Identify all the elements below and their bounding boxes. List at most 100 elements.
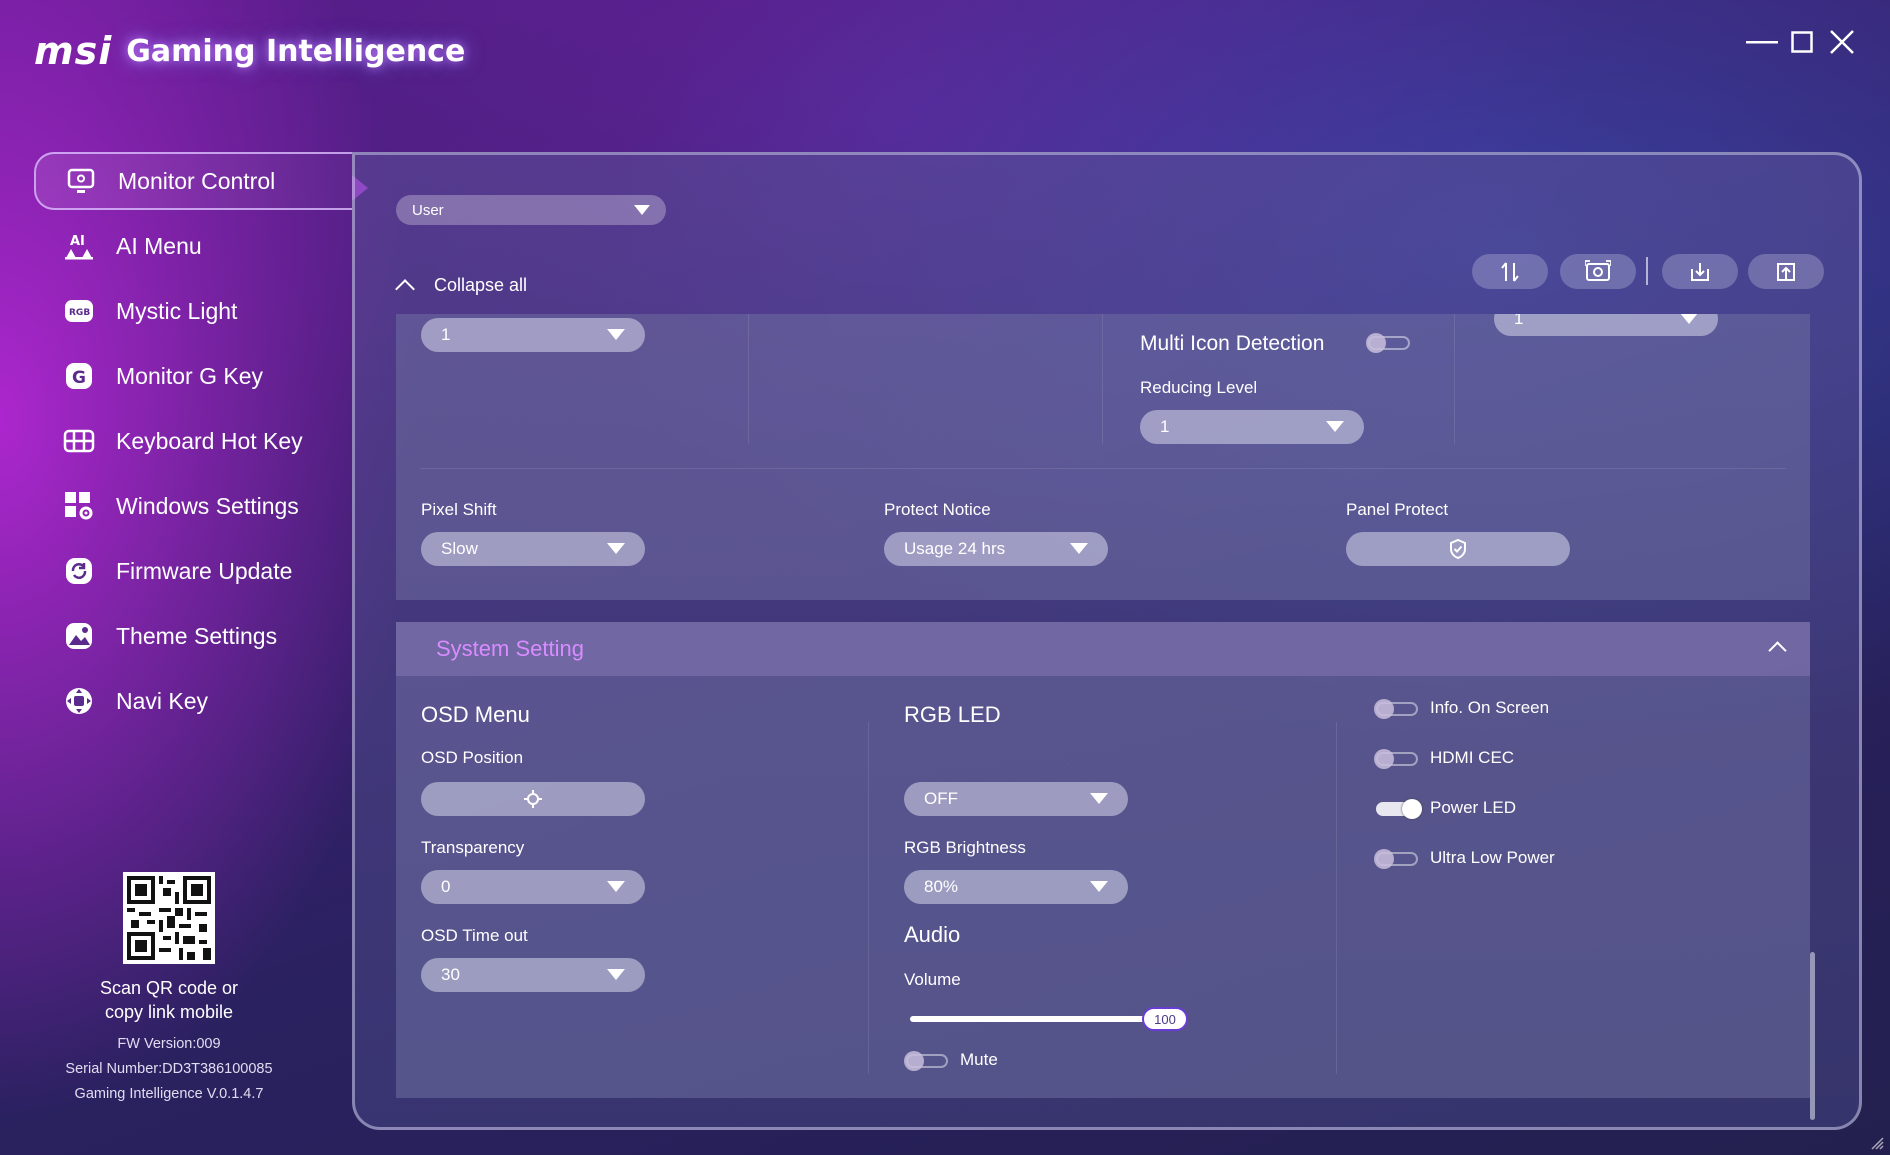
pixel-shift-dropdown[interactable]: Slow [421, 532, 645, 566]
system-setting-section: System Setting OSD Menu OSD Position Tra… [396, 622, 1810, 1098]
maximize-button[interactable] [1782, 24, 1822, 60]
sidebar-item-label: Theme Settings [116, 622, 278, 649]
rgb-led-heading: RGB LED [904, 702, 1001, 727]
chevron-down-icon [634, 205, 650, 215]
pixel-shift-label: Pixel Shift [421, 500, 497, 519]
sidebar-item-label: AI Menu [116, 232, 202, 259]
sidebar-item-theme-settings[interactable]: Theme Settings [34, 607, 352, 665]
multi-icon-detection-toggle[interactable] [1366, 333, 1410, 353]
import-button[interactable] [1662, 254, 1738, 289]
g-key-icon: G [62, 359, 96, 393]
chevron-down-icon [1090, 881, 1108, 892]
volume-slider-handle[interactable]: 100 [1142, 1007, 1188, 1031]
column-divider [1454, 314, 1455, 444]
top-dropdown-1[interactable]: 1 [421, 318, 645, 352]
sidebar-item-windows-settings[interactable]: Windows Settings [34, 477, 352, 535]
mute-label: Mute [960, 1050, 998, 1069]
system-setting-header[interactable]: System Setting [396, 622, 1810, 676]
sidebar-item-label: Navi Key [116, 687, 209, 714]
reducing-level-dropdown[interactable]: 1 [1140, 410, 1364, 444]
sidebar-item-keyboard-hot-key[interactable]: Keyboard Hot Key [34, 412, 352, 470]
qr-block: Scan QR code or copy link mobile [60, 872, 278, 1024]
profile-select[interactable]: User [396, 195, 666, 225]
sidebar-item-monitor-control[interactable]: Monitor Control [34, 152, 352, 210]
chevron-down-icon [1326, 421, 1344, 432]
qr-caption-2: copy link mobile [104, 1002, 234, 1022]
dropdown-value: 1 [441, 325, 451, 344]
serial-number: Serial Number:DD3T386100085 [65, 1061, 273, 1077]
chevron-down-icon [607, 329, 625, 340]
dropdown-value: 80% [924, 877, 959, 896]
ultra-low-power-toggle[interactable] [1374, 849, 1418, 869]
qr-code[interactable] [123, 872, 215, 964]
toggle-knob [1374, 849, 1394, 869]
dropdown-value: OFF [924, 789, 958, 808]
resize-grip-icon[interactable] [1870, 1136, 1884, 1150]
row-divider [420, 468, 1786, 469]
collapse-all-button[interactable]: Collapse all [395, 270, 528, 300]
panel-protect-button[interactable] [1346, 532, 1570, 566]
app-title-bar: msi Gaming Intelligence [34, 26, 465, 76]
rgb-icon: RGB [62, 294, 96, 328]
close-button[interactable] [1822, 24, 1862, 60]
main-scrollbar[interactable] [1810, 952, 1815, 1120]
sidebar-item-ai-menu[interactable]: AI AI Menu [34, 217, 352, 275]
osd-timeout-dropdown[interactable]: 30 [421, 958, 645, 992]
toggle-knob [1402, 799, 1422, 819]
sidebar: Monitor Control AI AI Menu RGB Mystic Li… [34, 152, 352, 737]
hdmi-cec-toggle[interactable] [1374, 749, 1418, 769]
sort-icon [1501, 261, 1519, 282]
screenshot-icon [1585, 259, 1611, 281]
dropdown-value: 30 [441, 965, 460, 984]
mute-toggle[interactable] [904, 1051, 948, 1071]
qr-code-icon [127, 876, 211, 960]
crosshair-icon [524, 790, 542, 808]
audio-heading: Audio [904, 922, 961, 947]
panel-protect-label: Panel Protect [1346, 500, 1449, 519]
sidebar-item-mystic-light[interactable]: RGB Mystic Light [34, 282, 352, 340]
top-dropdown-right[interactable]: 1 [1494, 314, 1718, 336]
chevron-up-icon[interactable] [1768, 641, 1787, 660]
minimize-icon [1746, 41, 1778, 44]
sidebar-item-label: Keyboard Hot Key [116, 427, 303, 454]
monitor-icon [64, 164, 98, 198]
sidebar-item-label: Monitor G Key [116, 362, 263, 389]
sidebar-item-label: Windows Settings [116, 492, 299, 519]
screenshot-button[interactable] [1560, 254, 1636, 289]
collapse-all-label: Collapse all [434, 274, 528, 295]
theme-icon [62, 619, 96, 653]
protect-notice-dropdown[interactable]: Usage 24 hrs [884, 532, 1108, 566]
rgb-led-dropdown[interactable]: OFF [904, 782, 1128, 816]
volume-label: Volume [904, 970, 961, 989]
navi-key-icon [62, 684, 96, 718]
transparency-label: Transparency [421, 838, 525, 857]
transparency-dropdown[interactable]: 0 [421, 870, 645, 904]
sidebar-item-monitor-g-key[interactable]: G Monitor G Key [34, 347, 352, 405]
osd-position-label: OSD Position [421, 748, 524, 767]
minimize-button[interactable] [1742, 24, 1782, 60]
export-button[interactable] [1748, 254, 1824, 289]
power-led-toggle[interactable] [1376, 799, 1422, 819]
sidebar-item-label: Monitor Control [118, 167, 276, 194]
rgb-brightness-dropdown[interactable]: 80% [904, 870, 1128, 904]
app-version: Gaming Intelligence V.0.1.4.7 [74, 1086, 264, 1102]
dropdown-value: 1 [1160, 417, 1170, 436]
chevron-up-icon [395, 279, 415, 299]
chevron-down-icon [607, 969, 625, 980]
protect-notice-label: Protect Notice [884, 500, 991, 519]
volume-slider-track[interactable] [910, 1016, 1146, 1022]
sidebar-item-firmware-update[interactable]: Firmware Update [34, 542, 352, 600]
reducing-level-label: Reducing Level [1140, 378, 1258, 397]
osd-timeout-label: OSD Time out [421, 926, 528, 945]
sidebar-item-navi-key[interactable]: Navi Key [34, 672, 352, 730]
osd-position-button[interactable] [421, 782, 645, 816]
app-title: Gaming Intelligence [126, 33, 466, 69]
column-divider [1102, 314, 1103, 444]
svg-text:RGB: RGB [69, 308, 90, 318]
shield-icon [1450, 538, 1466, 560]
windows-settings-icon [62, 489, 96, 523]
chevron-down-icon [607, 543, 625, 554]
sort-button[interactable] [1472, 254, 1548, 289]
toggle-knob [904, 1051, 924, 1071]
info-on-screen-toggle[interactable] [1374, 699, 1418, 719]
